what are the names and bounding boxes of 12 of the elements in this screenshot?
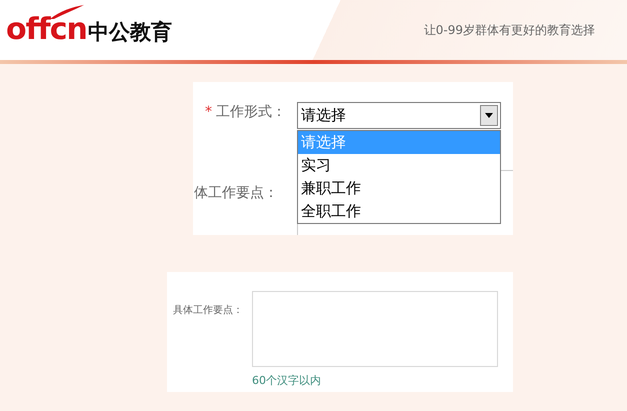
field-label: 具体工作要点：	[173, 304, 243, 318]
logo-text: offcn	[6, 15, 87, 45]
hint-text: 60个汉字以内	[252, 373, 321, 389]
field-label: 工作形式：	[216, 103, 286, 122]
logo-text: 中公教育	[88, 22, 172, 43]
field-label: 体工作要点：	[194, 184, 278, 203]
select-field[interactable]: 请选择	[297, 102, 501, 129]
caret-icon	[485, 113, 493, 118]
required-mark: *	[205, 103, 212, 122]
dropdown-button[interactable]	[480, 105, 498, 126]
tagline: 让0-99岁群体有更好的教育选择	[424, 22, 595, 39]
select-value: 请选择	[300, 105, 347, 126]
